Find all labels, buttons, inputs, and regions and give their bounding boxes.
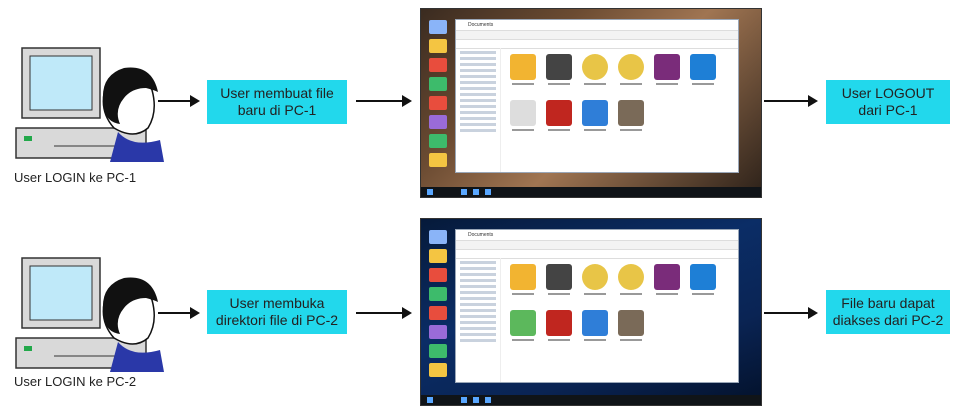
- explorer-sidebar: [456, 48, 501, 172]
- pc-with-user-2: User LOGIN ke PC-2: [14, 226, 174, 396]
- file-icon: [580, 310, 610, 344]
- explorer-files: [508, 54, 734, 168]
- file-icon: [652, 54, 682, 88]
- flow-row-1: User LOGIN ke PC-1 User membuat file bar…: [0, 0, 960, 200]
- arrow-icon: [356, 95, 412, 107]
- desktop-screenshot-pc1: Documents: [420, 8, 762, 198]
- file-icon: [544, 310, 574, 344]
- result-box: File baru dapat diakses dari PC-2: [826, 290, 950, 334]
- taskbar: [421, 187, 761, 197]
- login-caption: User LOGIN ke PC-2: [14, 374, 137, 389]
- file-icon: [580, 264, 610, 298]
- file-explorer-window: Documents: [455, 229, 739, 383]
- arrow-icon: [158, 307, 200, 319]
- action-box: User membuka direktori file di PC-2: [207, 290, 347, 334]
- desktop-icons: [425, 15, 453, 167]
- computer-icon: [15, 47, 164, 162]
- desktop-screenshot-pc2: Documents: [420, 218, 762, 406]
- file-icon: [616, 310, 646, 344]
- file-icon: [616, 54, 646, 88]
- file-icon: [616, 264, 646, 298]
- file-icon: [544, 264, 574, 298]
- computer-icon: [15, 257, 164, 372]
- file-icon: [508, 54, 538, 88]
- explorer-files: [508, 264, 734, 378]
- explorer-title: Documents: [456, 20, 738, 31]
- login-caption: User LOGIN ke PC-1: [14, 170, 137, 185]
- file-icon: [508, 264, 538, 298]
- file-icon: [508, 310, 538, 344]
- file-icon: [544, 54, 574, 88]
- file-explorer-window: Documents: [455, 19, 739, 173]
- arrow-icon: [764, 307, 818, 319]
- explorer-sidebar: [456, 258, 501, 382]
- result-box: User LOGOUT dari PC-1: [826, 80, 950, 124]
- file-icon: [580, 100, 610, 134]
- file-icon: [688, 54, 718, 88]
- file-icon: [544, 100, 574, 134]
- arrow-icon: [158, 95, 200, 107]
- file-icon: [652, 264, 682, 298]
- pc-with-user-1: User LOGIN ke PC-1: [14, 16, 174, 186]
- file-icon: [616, 100, 646, 134]
- file-icon: [688, 264, 718, 298]
- arrow-icon: [764, 95, 818, 107]
- explorer-title: Documents: [456, 230, 738, 241]
- action-box: User membuat file baru di PC-1: [207, 80, 347, 124]
- flow-row-2: User LOGIN ke PC-2 User membuka direktor…: [0, 200, 960, 406]
- desktop-icons: [425, 225, 453, 377]
- file-icon: [508, 100, 538, 134]
- arrow-icon: [356, 307, 412, 319]
- file-icon: [580, 54, 610, 88]
